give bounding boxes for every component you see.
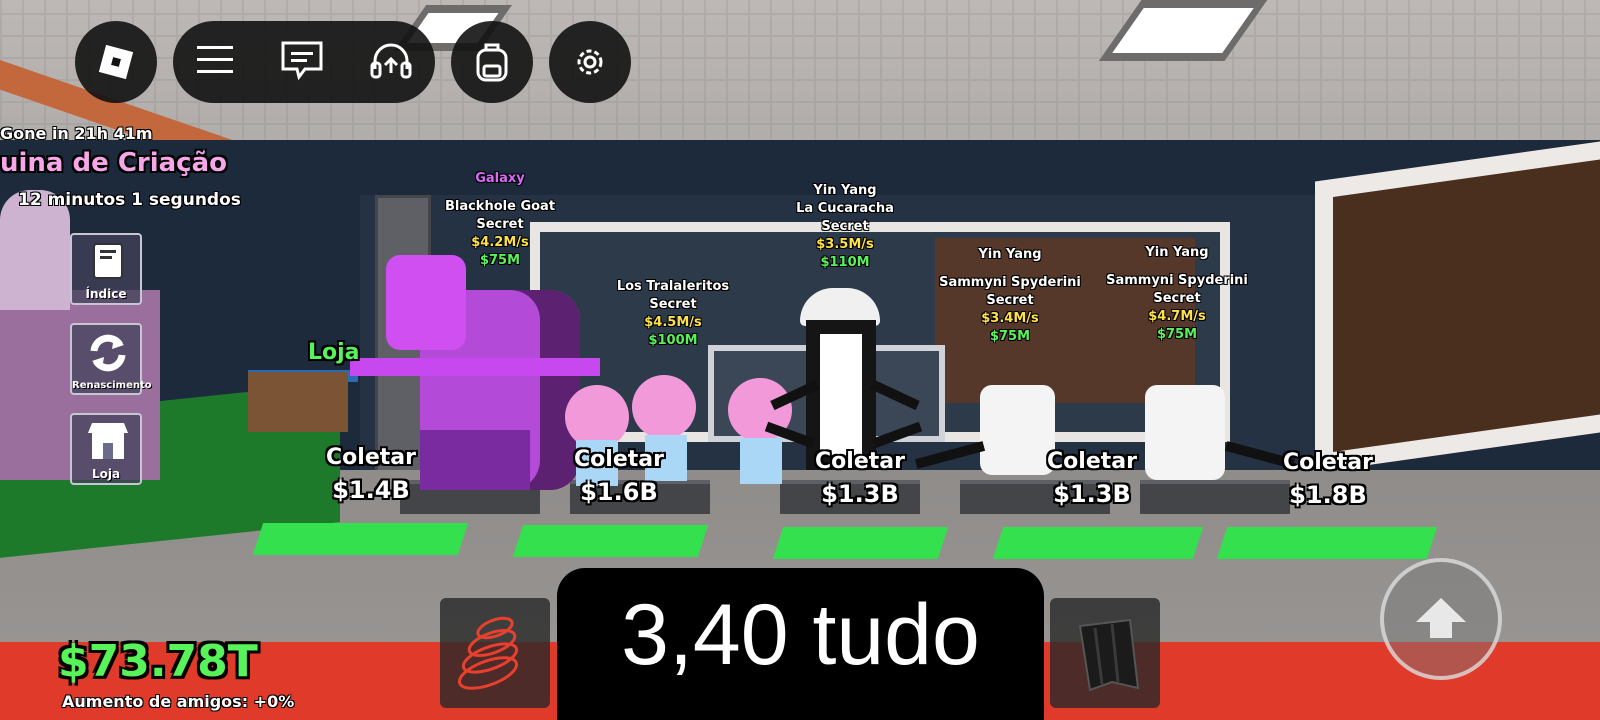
brainrot-name: La Cucaracha (796, 201, 894, 216)
collect-label: Coletar (574, 447, 664, 472)
rebirth-button[interactable]: Renascimento (70, 323, 152, 395)
backpack-icon (476, 43, 508, 82)
brainrot-tag: Yin Yang Sammyni Spyderini Secret $4.7M/… (1092, 244, 1262, 344)
brainrot-tag: Yin Yang La Cucaracha Secret $3.5M/s $11… (770, 182, 920, 272)
shop-world-label: Loja (308, 340, 360, 365)
brainrot-mutation: Yin Yang (813, 183, 877, 198)
menu-button[interactable] (195, 43, 235, 81)
brainrot-mutation: Galaxy (475, 171, 525, 186)
brainrot-rarity: Secret (986, 293, 1034, 308)
tralalerito-head (632, 375, 696, 439)
right-wall-frame (1315, 138, 1600, 473)
chat-icon (281, 41, 323, 81)
cape-icon (1078, 618, 1140, 692)
event-timer: Gone in 21h 41m (0, 124, 153, 143)
gear-icon (577, 49, 603, 75)
brainrot-price: $75M (989, 329, 1031, 344)
collect-label: Coletar (1283, 450, 1373, 475)
store-icon (88, 423, 128, 459)
collect-pad (992, 527, 1204, 559)
hotbar-slot-1[interactable] (440, 598, 550, 708)
roblox-logo-icon (98, 44, 134, 80)
collect-pad (1216, 527, 1438, 559)
tralalerito-body (740, 438, 782, 484)
brainrot-rarity: Secret (821, 219, 869, 234)
brainrot-rate: $4.2M/s (471, 235, 529, 250)
collect-label: Coletar (815, 449, 905, 474)
index-label: Índice (85, 287, 127, 301)
collect-amount: $1.6B (580, 478, 658, 506)
brainrot-name: Sammyni Spyderini (1106, 273, 1248, 288)
chat-button[interactable] (279, 39, 325, 85)
brainrot-price: $110M (820, 255, 870, 270)
brainrot-tag: Galaxy Blackhole Goat Secret $4.2M/s $75… (425, 170, 575, 270)
brainrot-mutation: Yin Yang (1145, 245, 1209, 260)
collect-pad-label[interactable]: Coletar $1.6B (544, 444, 694, 508)
collect-pad-label[interactable]: Coletar $1.3B (785, 446, 935, 510)
brainrot-tag: Los Tralaleritos Secret $4.5M/s $100M (598, 268, 748, 350)
collect-pad-label[interactable]: Coletar $1.8B (1253, 447, 1403, 511)
center-message: 3,40 tudo (621, 587, 980, 683)
settings-button[interactable] (549, 21, 631, 103)
brainrot-rarity: Secret (476, 217, 524, 232)
collect-amount: $1.8B (1289, 481, 1367, 509)
brainrot-rate: $3.5M/s (816, 237, 874, 252)
top-menu-group (173, 21, 435, 103)
shop-button[interactable]: Loja (70, 413, 142, 485)
hotbar-slot-2[interactable] (1050, 598, 1160, 708)
collect-pad-label[interactable]: Coletar $1.3B (1017, 446, 1167, 510)
brainrot-rarity: Secret (649, 297, 697, 312)
backpack-button[interactable] (451, 21, 533, 103)
collect-pad (512, 525, 709, 557)
collect-label: Coletar (326, 445, 416, 470)
goat-arm (350, 358, 600, 376)
brainrot-mutation: Yin Yang (978, 247, 1042, 262)
event-title: uina de Criação (0, 148, 228, 178)
collect-amount: $1.4B (332, 476, 410, 504)
headset-icon (370, 43, 412, 79)
brainrot-name: Blackhole Goat (444, 199, 556, 214)
money-display: $73.78T (58, 636, 258, 687)
brainrot-name: Sammyni Spyderini (939, 275, 1081, 290)
collect-label: Coletar (1047, 449, 1137, 474)
brainrot-rarity: Secret (1153, 291, 1201, 306)
index-button[interactable]: Índice (70, 233, 142, 305)
coil-icon (458, 616, 519, 690)
friends-boost: Aumento de amigos: +0% (62, 692, 295, 711)
voice-button[interactable] (369, 39, 413, 85)
book-icon (93, 243, 123, 279)
center-message-panel: 3,40 tudo (557, 568, 1044, 720)
collect-pad (772, 527, 949, 559)
brainrot-price: $75M (479, 253, 521, 268)
roblox-menu-button[interactable] (75, 21, 157, 103)
arrow-up-icon (1416, 598, 1466, 638)
rebirth-label: Renascimento (72, 380, 152, 391)
collect-pad (252, 523, 469, 555)
shop-label: Loja (91, 467, 121, 481)
brainrot-rate: $4.5M/s (644, 315, 702, 330)
refresh-icon (90, 334, 126, 372)
brainrot-rate: $3.4M/s (981, 311, 1039, 326)
jump-button[interactable] (1380, 558, 1502, 680)
brainrot-price: $100M (648, 333, 698, 348)
brainrot-name: Los Tralaleritos (616, 279, 730, 294)
event-countdown: 12 minutos 1 segundos (18, 190, 241, 210)
brainrot-tag: Yin Yang Sammyni Spyderini Secret $3.4M/… (925, 246, 1095, 346)
collect-amount: $1.3B (1053, 480, 1131, 508)
brainrot-rate: $4.7M/s (1148, 309, 1206, 324)
menu-icon (197, 46, 233, 73)
collect-pad-label[interactable]: Coletar $1.4B (296, 442, 446, 506)
shop-stall (248, 372, 348, 432)
collect-amount: $1.3B (821, 480, 899, 508)
brainrot-price: $75M (1156, 327, 1198, 342)
